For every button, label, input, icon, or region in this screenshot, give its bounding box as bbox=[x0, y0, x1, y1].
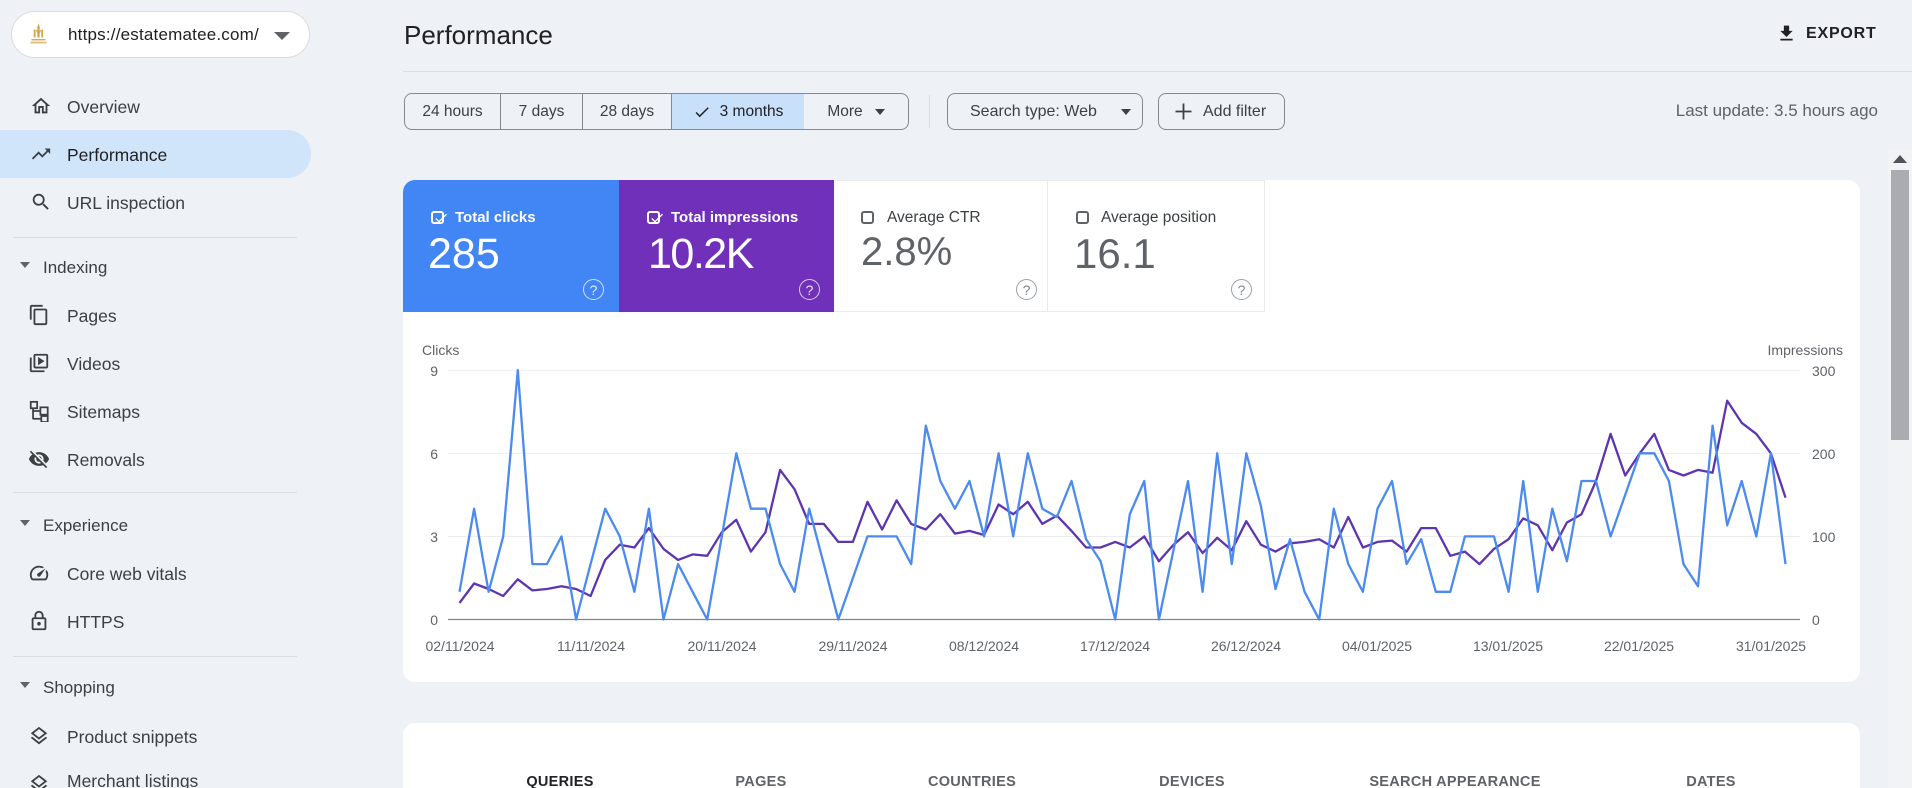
svg-text:08/12/2024: 08/12/2024 bbox=[949, 638, 1019, 654]
svg-text:Impressions: Impressions bbox=[1768, 342, 1843, 358]
svg-text:0: 0 bbox=[430, 612, 438, 628]
svg-text:0: 0 bbox=[1812, 612, 1820, 628]
svg-text:200: 200 bbox=[1812, 446, 1836, 462]
svg-text:17/12/2024: 17/12/2024 bbox=[1080, 638, 1150, 654]
svg-text:02/11/2024: 02/11/2024 bbox=[425, 638, 494, 654]
svg-text:300: 300 bbox=[1812, 363, 1836, 379]
svg-text:29/11/2024: 29/11/2024 bbox=[818, 638, 887, 654]
svg-text:13/01/2025: 13/01/2025 bbox=[1473, 638, 1543, 654]
svg-text:11/11/2024: 11/11/2024 bbox=[557, 638, 625, 654]
svg-text:6: 6 bbox=[430, 446, 438, 462]
svg-text:20/11/2024: 20/11/2024 bbox=[687, 638, 756, 654]
svg-text:9: 9 bbox=[430, 363, 438, 379]
svg-text:31/01/2025: 31/01/2025 bbox=[1736, 638, 1806, 654]
svg-text:04/01/2025: 04/01/2025 bbox=[1342, 638, 1412, 654]
svg-text:Clicks: Clicks bbox=[422, 342, 459, 358]
svg-text:26/12/2024: 26/12/2024 bbox=[1211, 638, 1281, 654]
svg-text:100: 100 bbox=[1812, 529, 1836, 545]
svg-text:3: 3 bbox=[430, 529, 438, 545]
svg-text:22/01/2025: 22/01/2025 bbox=[1604, 638, 1674, 654]
